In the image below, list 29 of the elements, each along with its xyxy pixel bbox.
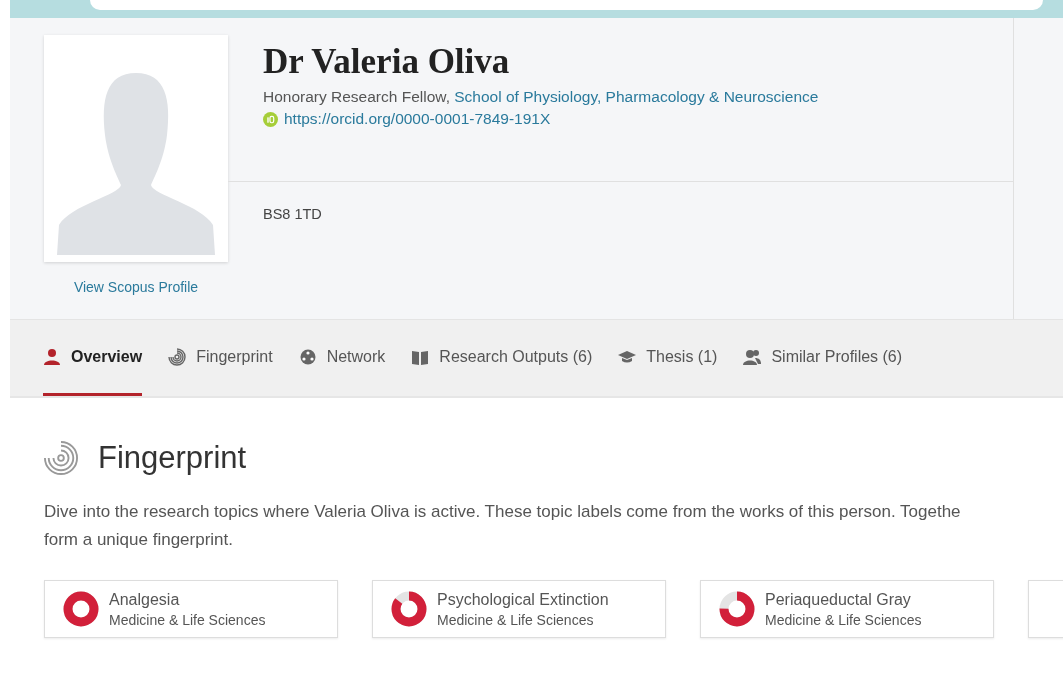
scopus-profile-link[interactable]: View Scopus Profile bbox=[73, 279, 199, 295]
intro-text: form a unique fingerprint. bbox=[44, 529, 234, 551]
orcid-icon bbox=[263, 111, 278, 127]
tab[interactable]: Overview bbox=[43, 320, 143, 396]
tab[interactable]: Fingerprint bbox=[168, 320, 273, 396]
department-link[interactable]: School of Physiology, Pharmacology & Neuroscience bbox=[454, 88, 819, 105]
postcode: BS8 1TD bbox=[263, 206, 322, 222]
topic-category: Medicine & Life Sciences bbox=[765, 611, 922, 628]
intro-text: Dive into the research topics where Valeria Oliva is active. These topic labels come from the works of this person. Togethe bbox=[44, 501, 962, 523]
topic-name: Psychological Extinction bbox=[437, 590, 609, 609]
topic-name: Periaqueductal Gray bbox=[765, 590, 912, 609]
fingerprint-icon bbox=[168, 347, 187, 366]
fingerprint-icon bbox=[44, 441, 78, 475]
orcid-link[interactable]: https://orcid.org/0000-0001-7849-191X bbox=[284, 110, 551, 128]
section-title: Fingerprint bbox=[98, 440, 247, 476]
tab[interactable]: Network bbox=[298, 320, 386, 396]
topic-category: Medicine & Life Sciences bbox=[437, 611, 595, 628]
tab[interactable]: Similar Profiles (6) bbox=[743, 320, 903, 396]
topic-card[interactable]: Psychological Extinction Medicine & Life Sciences bbox=[372, 580, 666, 638]
person-name: Dr Valeria Oliva bbox=[263, 42, 511, 82]
topic-category: Medicine & Life Sciences bbox=[109, 611, 266, 628]
globe-icon bbox=[298, 347, 317, 366]
job-title: Honorary Research Fellow, bbox=[263, 88, 450, 105]
person-icon bbox=[43, 347, 61, 366]
people-icon bbox=[743, 347, 762, 366]
topic-card[interactable]: Periaqueductal Gray Medicine & Life Sciences bbox=[700, 580, 994, 638]
tab[interactable]: Research Outputs (6) bbox=[411, 320, 593, 396]
tab[interactable]: Thesis (1) bbox=[618, 320, 718, 396]
topic-name: Analgesia bbox=[109, 590, 181, 609]
